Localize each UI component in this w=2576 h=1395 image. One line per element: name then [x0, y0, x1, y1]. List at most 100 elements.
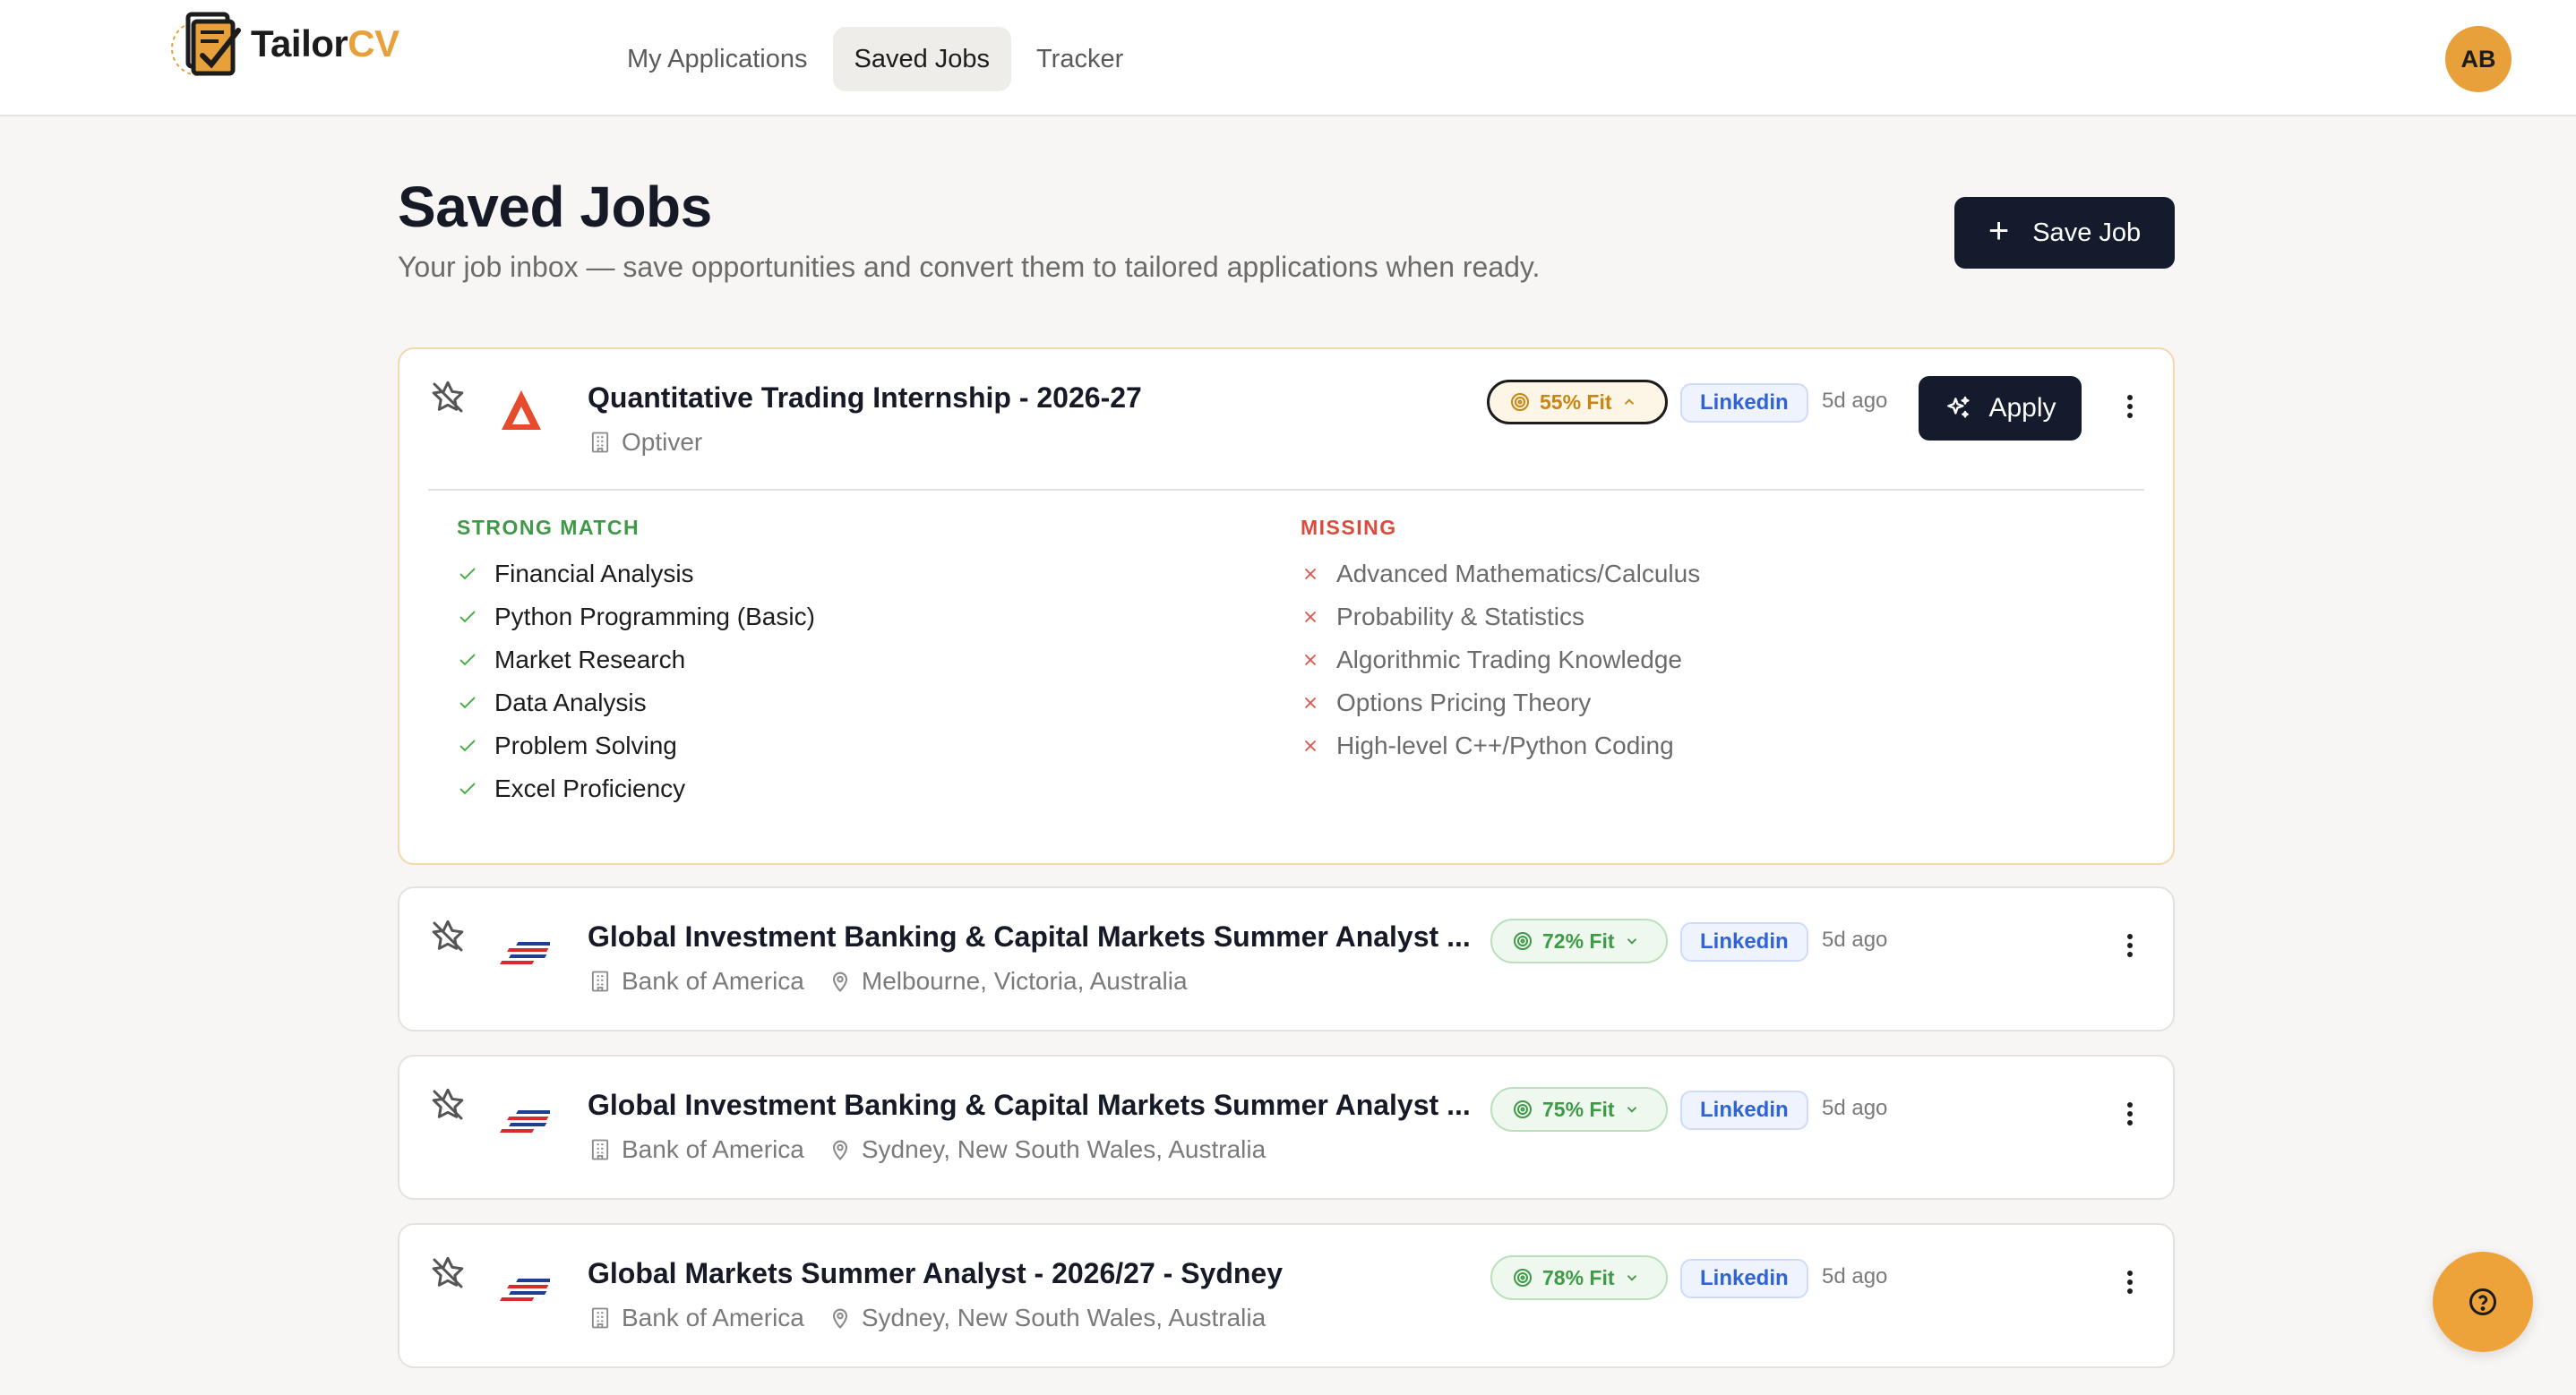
- location-pin-icon: [832, 971, 847, 993]
- x-icon: [1304, 568, 1317, 580]
- save-job-button[interactable]: + Save Job: [1954, 197, 2175, 269]
- apply-button[interactable]: Apply: [1919, 376, 2082, 441]
- fit-score-badge[interactable]: 78% Fit: [1490, 1255, 1668, 1300]
- missing-heading: MISSING: [1301, 516, 1397, 539]
- missing-item: High-level C++/Python Coding: [1301, 724, 1700, 767]
- fit-score-label: 75% Fit: [1542, 1097, 1615, 1121]
- apply-label: Apply: [1988, 393, 2057, 423]
- bank-of-america-logo: [496, 924, 558, 974]
- fit-score-label: 55% Fit: [1540, 389, 1612, 414]
- tailorcv-logo[interactable]: TailorCV: [167, 4, 435, 84]
- check-icon: [459, 568, 476, 580]
- x-icon: [1304, 740, 1317, 752]
- company-name: Bank of America: [622, 1135, 804, 1163]
- company-name: Bank of America: [622, 1304, 804, 1331]
- building-icon: [591, 432, 609, 453]
- missing-item: Algorithmic Trading Knowledge: [1301, 638, 1700, 681]
- x-icon: [1304, 654, 1317, 666]
- check-icon: [459, 783, 476, 795]
- strong-match-item: Python Programming (Basic): [457, 595, 815, 638]
- saved-time: 5d ago: [1822, 928, 1888, 952]
- x-icon: [1304, 697, 1317, 709]
- location-pin-icon: [832, 1308, 847, 1330]
- missing-item: Options Pricing Theory: [1301, 681, 1700, 724]
- chevron-down-icon: [1627, 938, 1636, 945]
- strong-match-item: Market Research: [457, 638, 815, 681]
- chevron-down-icon: [1627, 1107, 1636, 1113]
- page-title: Saved Jobs: [398, 175, 712, 239]
- building-icon: [591, 971, 609, 992]
- more-options-icon[interactable]: [2112, 389, 2148, 424]
- company-name: Optiver: [622, 428, 703, 456]
- optiver-logo: [496, 385, 546, 435]
- nav-my-applications[interactable]: My Applications: [605, 27, 829, 91]
- job-title[interactable]: Global Markets Summer Analyst - 2026/27 …: [588, 1257, 1283, 1290]
- target-icon: [1514, 932, 1532, 950]
- logo-wordmark: TailorCV: [251, 22, 399, 64]
- source-badge[interactable]: Linkedin: [1680, 1091, 1808, 1130]
- top-navigation-bar: TailorCV My Applications Saved Jobs Trac…: [0, 0, 2576, 116]
- source-badge[interactable]: Linkedin: [1680, 1259, 1808, 1298]
- strong-match-item: Excel Proficiency: [457, 767, 815, 810]
- logo-mark-icon: [167, 4, 247, 84]
- fit-score-badge[interactable]: 72% Fit: [1490, 919, 1668, 963]
- fit-score-badge[interactable]: 55% Fit: [1487, 380, 1668, 424]
- missing-item: Probability & Statistics: [1301, 595, 1700, 638]
- fit-score-label: 72% Fit: [1542, 929, 1615, 953]
- nav-tracker[interactable]: Tracker: [1015, 27, 1145, 91]
- plus-icon: +: [1988, 211, 2010, 251]
- chevron-up-icon: [1624, 398, 1634, 405]
- unpin-icon[interactable]: [430, 1087, 466, 1123]
- job-title[interactable]: Quantitative Trading Internship - 2026-2…: [588, 381, 1142, 415]
- target-icon: [1514, 1269, 1532, 1287]
- source-badge[interactable]: Linkedin: [1680, 383, 1808, 423]
- check-icon: [459, 697, 476, 709]
- job-location: Sydney, New South Wales, Australia: [861, 1135, 1267, 1163]
- unpin-icon[interactable]: [430, 380, 466, 415]
- main-nav: My Applications Saved Jobs Tracker: [605, 27, 1145, 91]
- missing-item: Advanced Mathematics/Calculus: [1301, 552, 1700, 595]
- page-subtitle: Your job inbox — save opportunities and …: [398, 251, 1541, 283]
- more-options-icon[interactable]: [2112, 928, 2148, 963]
- help-circle-icon: [2469, 1288, 2496, 1315]
- card-divider: [428, 489, 2144, 491]
- check-icon: [459, 654, 476, 666]
- more-options-icon[interactable]: [2112, 1264, 2148, 1300]
- job-meta: Optiver: [588, 428, 702, 457]
- chevron-down-icon: [1627, 1275, 1636, 1281]
- strong-match-heading: STRONG MATCH: [457, 516, 640, 539]
- job-card[interactable]: Quantitative Trading Internship - 2026-2…: [398, 347, 2175, 865]
- strong-match-item: Problem Solving: [457, 724, 815, 767]
- user-avatar[interactable]: AB: [2445, 26, 2512, 92]
- help-button[interactable]: [2433, 1252, 2533, 1352]
- company-name: Bank of America: [622, 967, 804, 995]
- job-location: Sydney, New South Wales, Australia: [861, 1304, 1267, 1331]
- unpin-icon[interactable]: [430, 1255, 466, 1291]
- strong-match-column: STRONG MATCH Financial Analysis Python P…: [457, 516, 815, 810]
- job-card[interactable]: Global Investment Banking & Capital Mark…: [398, 1055, 2175, 1200]
- source-badge[interactable]: Linkedin: [1680, 922, 1808, 962]
- job-title[interactable]: Global Investment Banking & Capital Mark…: [588, 1089, 1471, 1122]
- nav-saved-jobs[interactable]: Saved Jobs: [832, 27, 1012, 91]
- job-card[interactable]: Global Investment Banking & Capital Mark…: [398, 886, 2175, 1031]
- job-meta: Bank of America Sydney, New South Wales,…: [588, 1304, 1266, 1332]
- fit-score-label: 78% Fit: [1542, 1265, 1615, 1289]
- saved-time: 5d ago: [1822, 1096, 1888, 1120]
- sparkles-icon: [1947, 396, 1971, 418]
- fit-score-badge[interactable]: 75% Fit: [1490, 1087, 1668, 1132]
- job-card[interactable]: Global Markets Summer Analyst - 2026/27 …: [398, 1223, 2175, 1368]
- missing-column: MISSING Advanced Mathematics/Calculus Pr…: [1301, 516, 1700, 767]
- saved-time: 5d ago: [1822, 389, 1888, 413]
- more-options-icon[interactable]: [2112, 1096, 2148, 1132]
- building-icon: [591, 1139, 609, 1160]
- job-meta: Bank of America Sydney, New South Wales,…: [588, 1135, 1266, 1164]
- unpin-icon[interactable]: [430, 919, 466, 954]
- save-job-label: Save Job: [2032, 218, 2142, 247]
- location-pin-icon: [832, 1140, 847, 1161]
- bank-of-america-logo: [496, 1261, 558, 1311]
- strong-match-item: Financial Analysis: [457, 552, 815, 595]
- job-meta: Bank of America Melbourne, Victoria, Aus…: [588, 967, 1188, 996]
- strong-match-item: Data Analysis: [457, 681, 815, 724]
- check-icon: [459, 611, 476, 623]
- job-title[interactable]: Global Investment Banking & Capital Mark…: [588, 920, 1471, 954]
